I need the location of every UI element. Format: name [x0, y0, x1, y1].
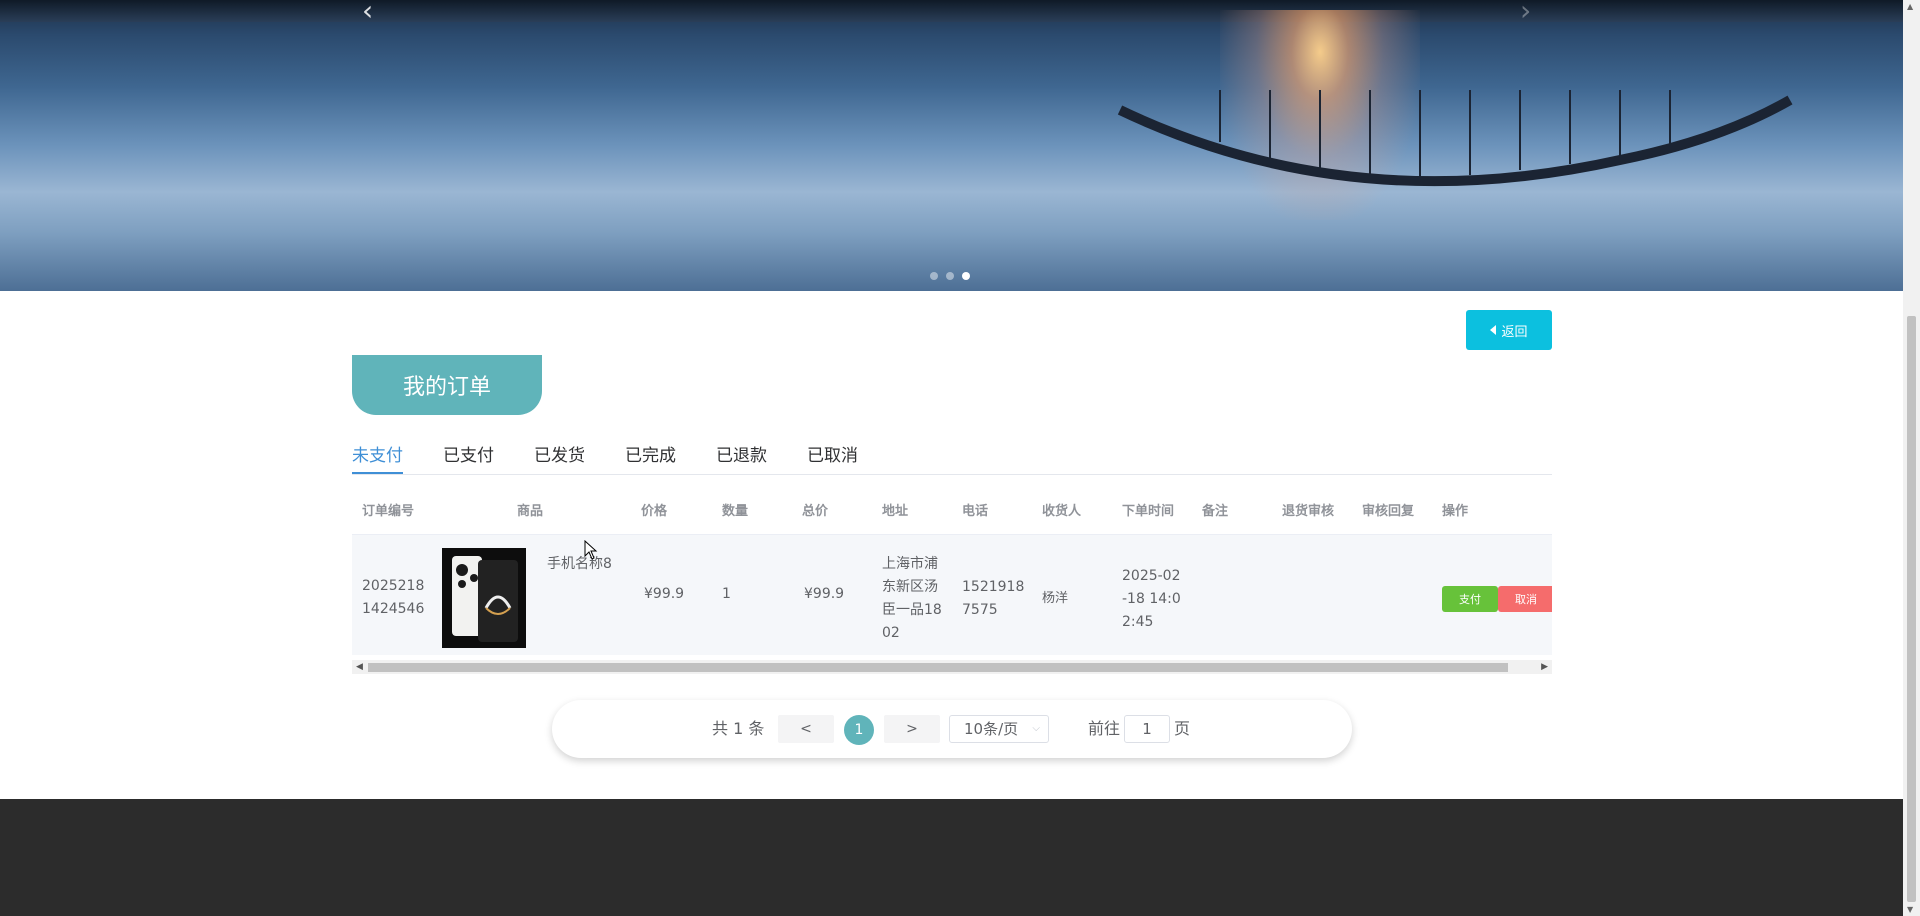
- address-line: 东新区汤: [882, 579, 938, 595]
- col-return-review: 退货审核: [1282, 504, 1335, 519]
- pagination: 共 1 条 < 1 > 10条/页 ⌵ 前往 1 页: [552, 700, 1352, 758]
- phone-line: 7575: [962, 602, 998, 618]
- col-remark: 备注: [1202, 504, 1229, 519]
- col-order-no: 订单编号: [362, 504, 415, 519]
- carousel-indicators: [930, 272, 970, 280]
- phone-line: 1521918: [962, 579, 1025, 595]
- order-time-line: 2:45: [1122, 614, 1154, 630]
- page-vertical-scrollbar[interactable]: ▲ ▼: [1903, 0, 1920, 916]
- order-no-line: 1424546: [362, 601, 425, 617]
- price-cell: ¥99.9: [644, 586, 685, 602]
- pagination-total: 共 1 条: [712, 719, 765, 738]
- tab-unpaid[interactable]: 未支付: [352, 440, 403, 474]
- col-order-time: 下单时间: [1122, 504, 1175, 519]
- orders-table: 订单编号 商品 价格 数量 总价 地址 电话 收货人 下单时间 备注 退货审核 …: [352, 490, 1552, 676]
- page-unit-label: 页: [1174, 719, 1191, 738]
- address-cell: 上海市浦 东新区汤 臣一品18 02: [882, 553, 942, 645]
- page: ‹ › 返回 我的订单 未支付 已支付 已发货 已完成 已退款 已取消 订单编号…: [0, 0, 1920, 916]
- chevron-right-icon[interactable]: ›: [1520, 0, 1531, 27]
- carousel-dot-active[interactable]: [962, 272, 970, 280]
- goto-page-input[interactable]: 1: [1124, 715, 1170, 743]
- tab-refunded[interactable]: 已退款: [716, 440, 767, 474]
- tab-shipped[interactable]: 已发货: [534, 440, 585, 474]
- col-price: 价格: [641, 504, 668, 519]
- order-time-line: -18 14:0: [1122, 591, 1181, 607]
- col-product: 商品: [517, 504, 544, 519]
- scroll-left-icon[interactable]: ◀: [356, 660, 363, 674]
- product-name: 手机名称8: [547, 556, 612, 572]
- tab-paid[interactable]: 已支付: [443, 440, 494, 474]
- chevron-down-icon: ⌵: [1032, 723, 1040, 734]
- scroll-up-icon[interactable]: ▲: [1907, 2, 1913, 11]
- next-page-button[interactable]: >: [884, 715, 940, 743]
- carousel-dot[interactable]: [946, 272, 954, 280]
- goto-label: 前往: [1088, 719, 1121, 738]
- prev-page-button[interactable]: <: [778, 715, 834, 743]
- order-status-tabs: 未支付 已支付 已发货 已完成 已退款 已取消: [352, 440, 1552, 475]
- table-horizontal-scrollbar[interactable]: ◀ ▶: [352, 660, 1552, 674]
- col-receiver: 收货人: [1042, 504, 1082, 519]
- col-phone: 电话: [962, 504, 989, 519]
- mouse-cursor-icon: [584, 540, 598, 560]
- bridge-reflection: [1117, 90, 1793, 187]
- order-time-line: 2025-02: [1122, 568, 1181, 584]
- table-header: 订单编号 商品 价格 数量 总价 地址 电话 收货人 下单时间 备注 退货审核 …: [352, 490, 1552, 535]
- pay-button[interactable]: 支付: [1442, 586, 1498, 612]
- page-size-select[interactable]: 10条/页 ⌵: [949, 715, 1049, 743]
- scroll-right-icon[interactable]: ▶: [1541, 660, 1548, 674]
- quantity-cell: 1: [722, 586, 731, 602]
- receiver-cell: 杨洋: [1042, 591, 1069, 606]
- address-line: 02: [882, 625, 900, 641]
- scrollbar-thumb[interactable]: [1907, 316, 1916, 902]
- hero-carousel: ‹ ›: [0, 0, 1903, 291]
- page-number-current[interactable]: 1: [844, 715, 874, 745]
- col-address: 地址: [882, 504, 909, 519]
- order-no-line: 2025218: [362, 578, 425, 594]
- tab-completed[interactable]: 已完成: [625, 440, 676, 474]
- col-total: 总价: [802, 504, 829, 519]
- phone-cell: 1521918 7575: [962, 576, 1024, 622]
- address-line: 上海市浦: [882, 556, 938, 572]
- back-button[interactable]: 返回: [1466, 310, 1552, 350]
- scrollbar-thumb[interactable]: [368, 663, 1508, 672]
- order-no-cell: 2025218 1424546: [362, 575, 424, 621]
- chevron-left-icon[interactable]: ‹: [362, 0, 373, 27]
- total-cell: ¥99.9: [804, 586, 845, 602]
- page-size-value: 10条/页: [964, 720, 1019, 738]
- carousel-dot[interactable]: [930, 272, 938, 280]
- tab-cancelled[interactable]: 已取消: [807, 440, 858, 474]
- col-quantity: 数量: [722, 504, 749, 519]
- col-actions: 操作: [1442, 504, 1469, 519]
- product-image[interactable]: [442, 548, 526, 648]
- back-button-label: 返回: [1501, 324, 1528, 340]
- page-title: 我的订单: [352, 355, 542, 415]
- phone-product-image: [442, 548, 526, 648]
- caret-left-icon: [1490, 325, 1497, 335]
- col-review-reply: 审核回复: [1362, 504, 1415, 519]
- hero-horizon: [0, 0, 1903, 22]
- order-time-cell: 2025-02 -18 14:0 2:45: [1122, 565, 1181, 634]
- address-line: 臣一品18: [882, 602, 942, 618]
- cancel-order-button[interactable]: 取消: [1498, 586, 1552, 612]
- footer: [0, 799, 1903, 916]
- table-row: 2025218 1424546 手机名称8 ¥99.9 1 ¥99.9 上海市浦…: [352, 535, 1552, 655]
- scroll-down-icon[interactable]: ▼: [1907, 905, 1913, 914]
